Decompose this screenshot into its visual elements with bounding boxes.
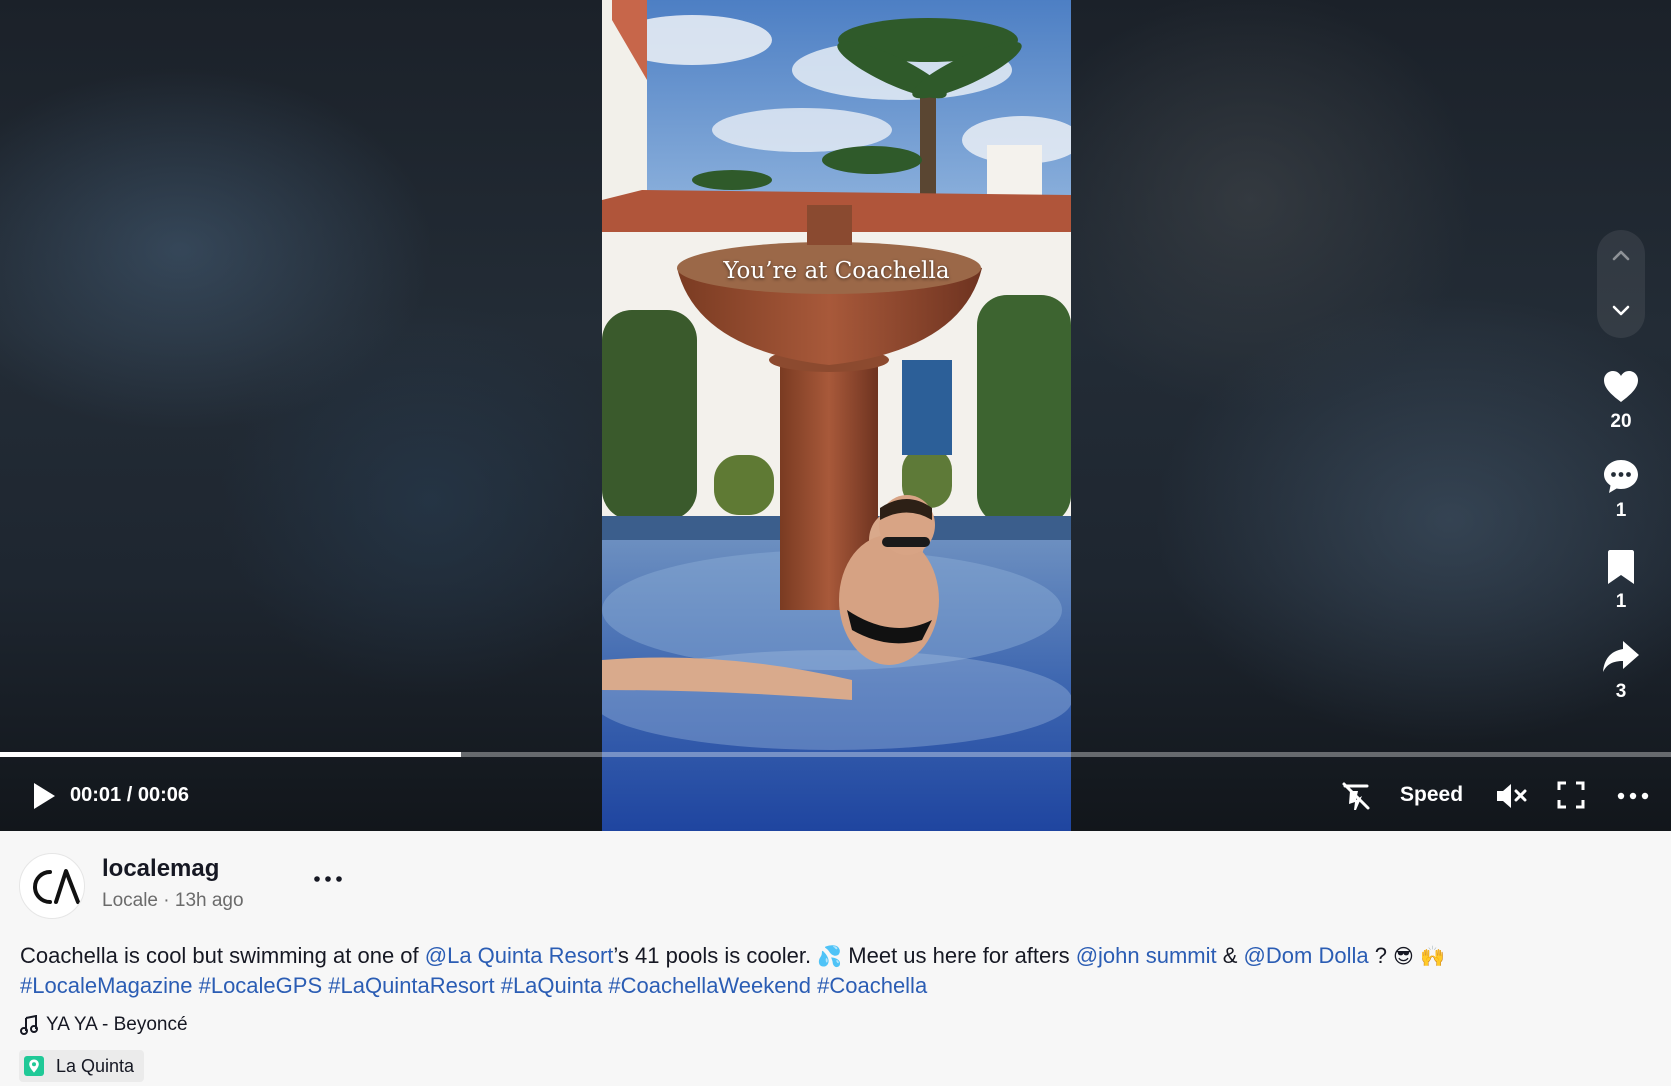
caption-text: Coachella is cool but swimming at one of — [20, 943, 425, 968]
share-count: 3 — [1615, 681, 1627, 702]
share-action: 3 — [1597, 637, 1645, 703]
hashtag-link[interactable]: #Coachella — [817, 973, 927, 998]
autoscroll-icon — [1342, 782, 1370, 810]
time-current: 00:01 — [70, 784, 122, 806]
display-name: Locale — [102, 890, 158, 911]
caption-text: ’s 41 pools is cooler. — [613, 943, 818, 968]
like-action: 20 — [1597, 367, 1645, 433]
time-total: 00:06 — [137, 784, 189, 806]
hashtag-link[interactable]: #CoachellaWeekend — [608, 973, 811, 998]
autoscroll-button[interactable] — [1340, 780, 1372, 812]
progress-fill — [0, 752, 462, 757]
music-link[interactable]: YA YA - Beyoncé — [20, 1014, 188, 1036]
post-time: 13h ago — [174, 890, 244, 911]
username[interactable]: localemag — [102, 855, 219, 883]
post-info: localemag Locale · 13h ago Coachella is … — [0, 831, 1671, 1086]
video-overlay-text: You’re at Coachella — [723, 258, 950, 284]
share-arrow-icon[interactable] — [1601, 637, 1641, 677]
next-video-button[interactable] — [1609, 298, 1633, 322]
previous-video-button[interactable] — [1609, 244, 1633, 268]
mention-la-quinta-resort[interactable]: @La Quinta Resort — [425, 943, 614, 968]
chevron-up-icon — [1612, 250, 1630, 261]
speed-button[interactable]: Speed — [1400, 783, 1463, 807]
save-action: 1 — [1597, 547, 1645, 613]
hashtag-link[interactable]: #LocaleMagazine — [20, 973, 192, 998]
video-frame[interactable]: You’re at Coachella — [602, 0, 1071, 831]
time-readout: 00:01 / 00:06 — [70, 784, 189, 807]
ellipsis-icon — [314, 876, 342, 882]
locale-logo — [33, 869, 80, 904]
mention-john-summit[interactable]: @john summit — [1076, 943, 1217, 968]
caption-text: Meet us here for afters — [842, 943, 1076, 968]
hashtag-link[interactable]: #LaQuintaResort — [328, 973, 494, 998]
ellipsis-icon — [1617, 792, 1649, 800]
hashtag-link[interactable]: #LaQuinta — [501, 973, 603, 998]
comment-action: 1 — [1597, 456, 1645, 522]
caption-text: ? — [1368, 943, 1394, 968]
comment-count: 1 — [1615, 500, 1627, 521]
music-title: YA YA - Beyoncé — [46, 1014, 188, 1035]
play-button[interactable] — [30, 780, 58, 812]
caption-text: & — [1216, 943, 1244, 968]
video-more-options-button[interactable] — [1616, 780, 1650, 812]
hashtag-link[interactable]: #LocaleGPS — [199, 973, 323, 998]
video-navigation — [1597, 230, 1645, 338]
location-pin-icon — [24, 1056, 44, 1076]
sweat-droplets-emoji: 💦 — [817, 944, 843, 968]
location-chip[interactable]: La Quinta — [19, 1050, 145, 1082]
location-name: La Quinta — [56, 1055, 135, 1076]
mute-button[interactable] — [1494, 780, 1528, 812]
fullscreen-button[interactable] — [1556, 780, 1586, 810]
bookmark-icon[interactable] — [1601, 547, 1641, 587]
separator-dot: · — [158, 890, 175, 911]
time-separator: / — [121, 784, 138, 806]
raised-hands-emoji: 🙌 — [1420, 944, 1445, 968]
author-subline: Locale · 13h ago — [102, 890, 244, 912]
music-note-icon — [20, 1015, 38, 1035]
speech-bubble-icon[interactable] — [1601, 456, 1641, 496]
like-count: 20 — [1610, 411, 1632, 432]
progress-bar[interactable] — [0, 752, 1671, 757]
muted-speaker-icon — [1497, 784, 1527, 808]
play-icon — [34, 783, 55, 809]
save-count: 1 — [1615, 591, 1627, 612]
mention-dom-dolla[interactable]: @Dom Dolla — [1244, 943, 1369, 968]
avatar[interactable] — [19, 853, 85, 919]
sunglasses-emoji: 😎 — [1393, 944, 1414, 968]
video-scene — [602, 0, 1071, 831]
video-player[interactable]: You’re at Coachella 00:01 / 00:06 Speed — [0, 0, 1671, 831]
post-more-options-button[interactable] — [310, 867, 346, 891]
fullscreen-icon — [1557, 781, 1585, 809]
chevron-down-icon — [1612, 305, 1630, 316]
heart-icon[interactable] — [1601, 367, 1641, 407]
post-caption: Coachella is cool but swimming at one of… — [20, 941, 1640, 1000]
